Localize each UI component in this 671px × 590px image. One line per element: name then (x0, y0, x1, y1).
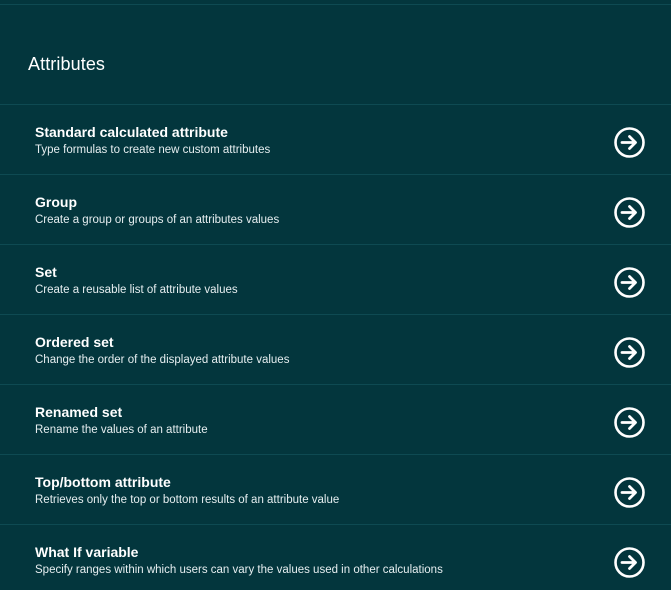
list-item-ordered-set[interactable]: Ordered set Change the order of the disp… (0, 315, 671, 385)
list-item-top-bottom-attribute[interactable]: Top/bottom attribute Retrieves only the … (0, 455, 671, 525)
attribute-type-list: Standard calculated attribute Type formu… (0, 104, 671, 590)
list-item-what-if-variable[interactable]: What If variable Specify ranges within w… (0, 525, 671, 590)
section-title: Attributes (28, 54, 106, 74)
arrow-right-circle-icon[interactable] (613, 196, 646, 229)
top-divider (0, 0, 671, 5)
item-title: Set (35, 264, 57, 280)
item-title: Ordered set (35, 334, 114, 350)
list-item-standard-calculated-attribute[interactable]: Standard calculated attribute Type formu… (0, 105, 671, 175)
item-description: Create a reusable list of attribute valu… (35, 284, 238, 296)
item-description: Type formulas to create new custom attri… (35, 144, 271, 156)
item-title: Standard calculated attribute (35, 124, 228, 140)
list-item-group[interactable]: Group Create a group or groups of an att… (0, 175, 671, 245)
arrow-right-circle-icon[interactable] (613, 546, 646, 579)
item-description: Retrieves only the top or bottom results… (35, 494, 340, 506)
list-item-renamed-set[interactable]: Renamed set Rename the values of an attr… (0, 385, 671, 455)
arrow-right-circle-icon[interactable] (613, 126, 646, 159)
item-description: Change the order of the displayed attrib… (35, 354, 290, 366)
item-description: Create a group or groups of an attribute… (35, 214, 280, 226)
list-item-set[interactable]: Set Create a reusable list of attribute … (0, 245, 671, 315)
item-title: What If variable (35, 544, 139, 560)
item-title: Group (35, 194, 77, 210)
item-description: Rename the values of an attribute (35, 424, 208, 436)
attributes-panel: Attributes Standard calculated attribute… (0, 0, 671, 590)
arrow-right-circle-icon[interactable] (613, 406, 646, 439)
item-description: Specify ranges within which users can va… (35, 564, 443, 576)
item-title: Top/bottom attribute (35, 474, 171, 490)
arrow-right-circle-icon[interactable] (613, 476, 646, 509)
item-title: Renamed set (35, 404, 123, 420)
arrow-right-circle-icon[interactable] (613, 336, 646, 369)
arrow-right-circle-icon[interactable] (613, 266, 646, 299)
